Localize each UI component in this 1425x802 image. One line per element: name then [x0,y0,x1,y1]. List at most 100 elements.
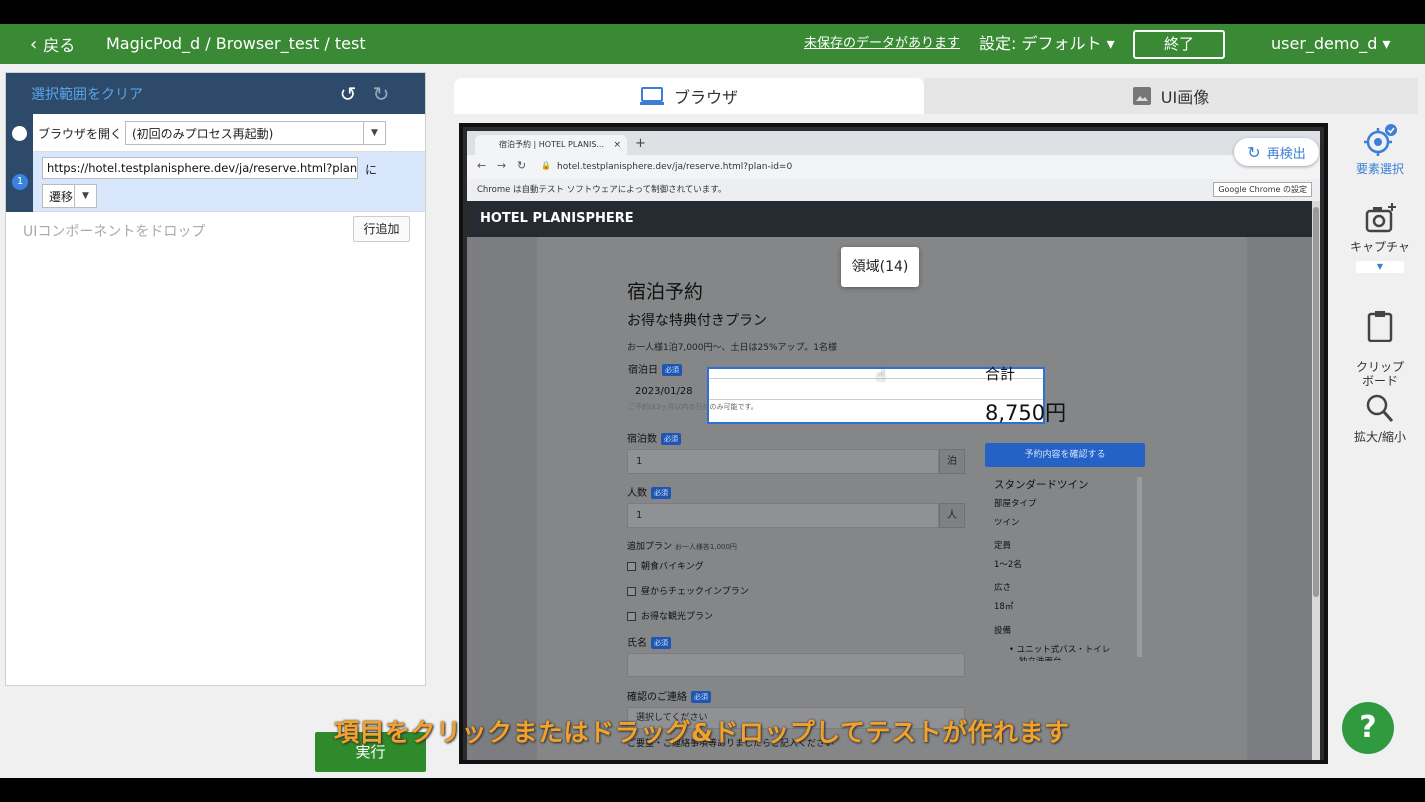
element-hover-tooltip: 領域(14) [841,247,919,287]
room-name: スタンダードツイン [994,479,1089,491]
close-icon[interactable]: × [613,135,621,155]
room-type-label: 部屋タイプ [994,499,1037,509]
room-card-scrollbar[interactable] [1137,477,1142,657]
contact-label: 確認のご連絡 必須 [627,688,711,703]
back-arrow-icon[interactable]: ← [477,159,486,172]
chrome-settings-button[interactable]: Google Chrome の設定 [1213,182,1312,197]
people-label: 人数 必須 [627,484,671,499]
unsaved-data-link[interactable]: 未保存のデータがあります [804,24,960,64]
step-row-open-browser[interactable]: ブラウザを開く (初回のみプロセス再起動) ▼ [6,114,425,152]
address-text[interactable]: hotel.testplanisphere.dev/ja/reserve.htm… [557,159,1207,175]
name-input[interactable] [627,653,965,677]
scrollbar-thumb[interactable] [1313,207,1319,597]
size-value: 18㎡ [994,602,1014,612]
date-input[interactable]: 2023/01/28 [635,386,693,397]
forward-arrow-icon[interactable]: → [497,159,506,172]
drop-placeholder: UIコンポーネントをドロップ [23,224,206,240]
redetect-button[interactable]: ↻ 再検出 [1234,138,1319,166]
site-page: 宿泊予約 お得な特典付きプラン お一人様1泊7,000円〜、土日は25%アップ。… [467,237,1312,760]
browser-viewport[interactable]: 宿泊予約 | HOTEL PLANIS... × + ← → ↻ 🔒 hotel… [459,123,1328,764]
quit-button[interactable]: 終了 [1133,30,1225,59]
image-icon [1132,87,1151,105]
name-label-text: 氏名 [627,638,647,649]
step-label: ブラウザを開く [38,127,123,141]
app-root: ‹ 戻る MagicPod_d / Browser_test / test 未保… [0,0,1425,802]
name-label: 氏名 必須 [627,634,671,649]
settings-dropdown[interactable]: 設定: デフォルト ▾ [979,24,1115,64]
clipboard-tool[interactable]: クリップ ボード [1338,296,1422,388]
back-button[interactable]: ‹ 戻る [30,24,75,64]
action-select[interactable]: 遷移 ▼ [42,184,97,208]
date-label: 宿泊日 必須 [628,361,682,376]
back-label: 戻る [43,36,76,55]
contact-label-text: 確認のご連絡 [627,692,687,703]
required-badge: 必須 [651,637,671,649]
reload-icon[interactable]: ↻ [517,159,526,172]
chrome-tab[interactable]: 宿泊予約 | HOTEL PLANIS... × [475,135,627,155]
nights-label-text: 宿泊数 [627,434,657,445]
capacity-value: 1〜2名 [994,560,1022,570]
redo-icon[interactable]: ↻ [370,83,392,105]
option-sightseeing-checkbox[interactable]: お得な観光プラン [627,609,713,622]
new-tab-icon[interactable]: + [635,136,646,151]
capacity-label: 定員 [994,541,1012,551]
people-input[interactable]: 1 [627,503,939,528]
size-label: 広さ [994,583,1012,593]
panel-header: 選択範囲をクリア ↺ ↻ [6,73,425,114]
automation-notice: Chrome は自動テスト ソフトウェアによって制御されています。 [477,185,727,195]
required-badge: 必須 [661,433,681,445]
zoom-tool[interactable]: 拡大/縮小 [1338,392,1422,445]
required-badge: 必須 [651,487,671,499]
option-breakfast-checkbox[interactable]: 朝食バイキング [627,559,704,572]
extra-plan-label: 追加プラン お一人様各1,000円 [627,539,737,552]
step-marker: 1 [6,152,33,212]
tab-ui-image[interactable]: UI画像 [924,78,1418,114]
site-content: 宿泊予約 お得な特典付きプラン お一人様1泊7,000円〜、土日は25%アップ。… [537,237,1247,760]
chevron-down-icon: ▼ [74,185,96,207]
user-menu[interactable]: user_demo_d ▾ [1271,24,1391,64]
plan-title: お得な特典付きプラン [627,313,767,329]
page-scrollbar[interactable] [1312,201,1320,760]
confirm-reservation-button[interactable]: 予約内容を確認する [985,443,1145,467]
date-label-text: 宿泊日 [628,365,658,376]
add-row-button[interactable]: 行追加 [353,216,410,242]
tool-label: キャプチャ [1350,240,1410,254]
step-row-navigate[interactable]: 1 https://hotel.testplanisphere.dev/ja/r… [6,152,425,212]
tab-browser[interactable]: ブラウザ [454,78,924,114]
particle-label: に [365,163,378,177]
step-bullet-icon [12,126,27,141]
automation-infobar: Chrome は自動テスト ソフトウェアによって制御されています。 Google… [467,179,1320,201]
top-bar: ‹ 戻る MagicPod_d / Browser_test / test 未保… [0,24,1425,64]
room-type-value: ツイン [994,518,1020,528]
tool-label: 要素選択 [1355,162,1404,176]
help-button[interactable]: ? [1342,702,1394,754]
magnifier-icon [1366,394,1394,422]
test-step-panel: 選択範囲をクリア ↺ ↻ ブラウザを開く (初回のみプロセス再起動) ▼ 1 h… [5,72,426,686]
clear-selection-link[interactable]: 選択範囲をクリア [31,84,143,104]
chrome-tab-title: 宿泊予約 | HOTEL PLANIS... [499,140,605,149]
page-heading: 宿泊予約 [627,281,704,303]
facility-item: • ユニット式バス・トイレ [1009,645,1111,655]
undo-icon[interactable]: ↺ [337,83,359,105]
total-label: 合計 [985,365,1016,383]
capture-dropdown-toggle[interactable]: ▼ [1356,261,1404,273]
chevron-left-icon: ‹ [30,33,38,55]
target-icon [1364,124,1397,156]
room-info-card: スタンダードツイン 部屋タイプ ツイン 定員 1〜2名 広さ 18㎡ 設備 • … [985,477,1145,662]
total-value: 8,750円 [985,401,1067,425]
drop-zone[interactable]: UIコンポーネントをドロップ 行追加 [6,212,425,246]
view-tabs: ブラウザ UI画像 [454,78,1418,114]
clipboard-icon [1367,311,1393,342]
chevron-down-icon: ▼ [363,122,385,144]
option-early-checkin-checkbox[interactable]: 昼からチェックインプラン [627,584,749,597]
capture-tool[interactable]: キャプチャ ▼ [1338,202,1422,273]
restart-option-select[interactable]: (初回のみプロセス再起動) ▼ [125,121,386,145]
select-value: 遷移 [49,189,74,204]
step-marker [6,114,33,152]
refresh-icon: ↻ [1247,142,1261,162]
nights-input[interactable]: 1 [627,449,939,474]
element-select-tool[interactable]: 要素選択 [1338,124,1422,177]
url-input[interactable]: https://hotel.testplanisphere.dev/ja/res… [42,157,358,179]
extra-note: お一人様各1,000円 [674,543,737,551]
site-navbar: HOTEL PLANISPHERE [467,201,1312,237]
